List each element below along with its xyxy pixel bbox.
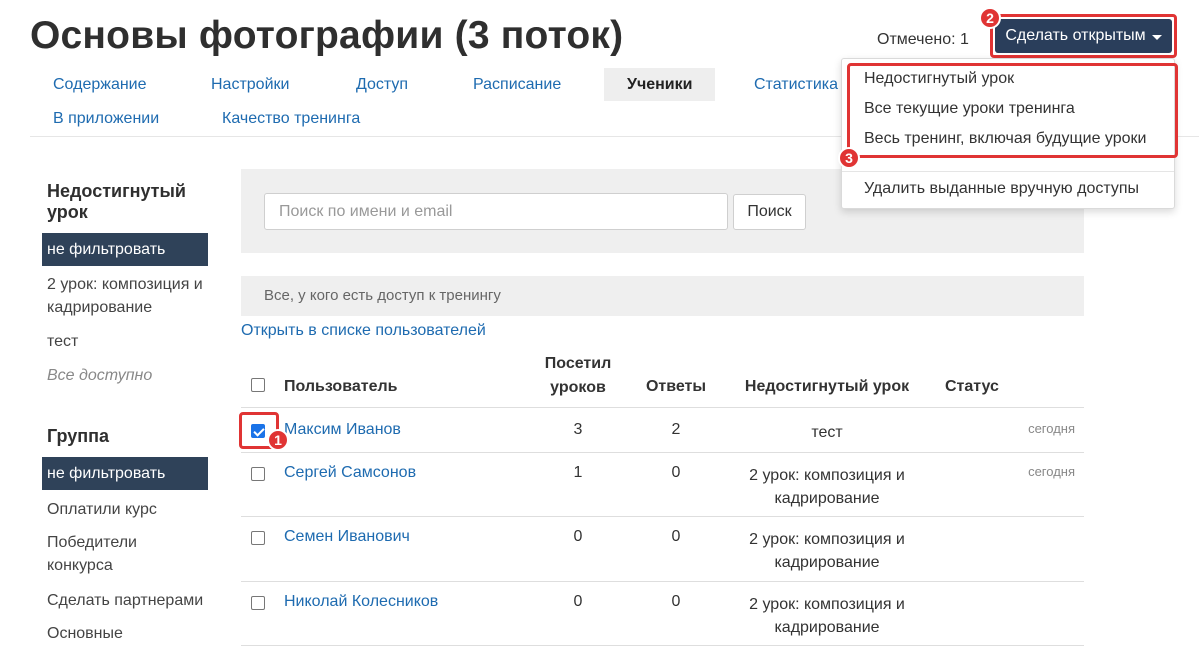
- tab-schedule[interactable]: Расписание: [473, 76, 561, 94]
- column-header-lesson: Недостигнутый урок: [744, 378, 910, 395]
- table-row-status: сегодня: [1028, 421, 1075, 436]
- column-header-status: Статус: [945, 378, 999, 395]
- sidebar-item-group-winners[interactable]: Победители конкурса: [47, 531, 167, 577]
- sidebar-item-lesson-test[interactable]: тест: [47, 330, 212, 353]
- select-all-checkbox[interactable]: [251, 378, 265, 392]
- row-checkbox[interactable]: [251, 531, 265, 545]
- row-checkbox[interactable]: [251, 424, 265, 438]
- sidebar-item-group-paid[interactable]: Оплатили курс: [47, 498, 212, 521]
- tab-content[interactable]: Содержание: [53, 76, 147, 94]
- step-marker-3: 3: [838, 147, 860, 169]
- table-row-lesson: 2 урок: композиция и кадрирование: [749, 596, 905, 636]
- sidebar-heading-lesson: Недостигнутый урок: [47, 181, 186, 222]
- sidebar-item-group-no-filter[interactable]: не фильтровать: [42, 457, 208, 490]
- step-marker-1: 1: [267, 429, 289, 451]
- table-row-visited: 0: [573, 593, 583, 610]
- table-row-user-link[interactable]: Максим Иванов: [284, 421, 401, 439]
- tab-statistics[interactable]: Статистика: [754, 76, 838, 94]
- open-in-users-link[interactable]: Открыть в списке пользователей: [241, 322, 486, 340]
- table-row-visited: 3: [573, 421, 583, 438]
- menu-item-unreached-lesson[interactable]: Недостигнутый урок: [864, 70, 1014, 88]
- table-row-answers: 0: [671, 528, 681, 545]
- table-row-answers: 2: [671, 421, 681, 438]
- tab-in-app[interactable]: В приложении: [53, 110, 159, 128]
- make-open-dropdown-menu: Недостигнутый урок Все текущие уроки тре…: [841, 58, 1175, 209]
- access-filter-bar: Все, у кого есть доступ к тренингу: [241, 276, 1084, 316]
- page-title: Основы фотографии (3 поток): [30, 14, 624, 57]
- sidebar-item-group-main[interactable]: Основные: [47, 622, 212, 645]
- table-row-divider: [241, 581, 1084, 582]
- table-row-divider: [241, 452, 1084, 453]
- tab-settings[interactable]: Настройки: [211, 76, 289, 94]
- table-row-lesson: 2 урок: композиция и кадрирование: [749, 467, 905, 507]
- table-row-user-link[interactable]: Николай Колесников: [284, 593, 438, 611]
- table-row-user-link[interactable]: Сергей Самсонов: [284, 464, 416, 482]
- make-open-button[interactable]: Сделать открытым: [995, 19, 1172, 53]
- column-header-answers: Ответы: [645, 378, 707, 395]
- sidebar-item-group-partners[interactable]: Сделать партнерами: [47, 589, 212, 612]
- table-row-answers: 0: [671, 464, 681, 481]
- table-row-visited: 0: [573, 528, 583, 545]
- table-row-answers: 0: [671, 593, 681, 610]
- menu-divider: [842, 171, 1174, 172]
- table-header-divider: [241, 407, 1084, 408]
- column-header-visited: Посетил уроков: [544, 355, 612, 396]
- table-row-lesson: 2 урок: композиция и кадрирование: [749, 531, 905, 571]
- row-checkbox[interactable]: [251, 467, 265, 481]
- marked-count: Отмечено: 1: [877, 31, 969, 48]
- table-row-lesson: тест: [811, 424, 843, 441]
- table-row-divider: [241, 516, 1084, 517]
- menu-item-all-current-lessons[interactable]: Все текущие уроки тренинга: [864, 100, 1075, 118]
- menu-item-whole-training[interactable]: Весь тренинг, включая будущие уроки: [864, 130, 1146, 148]
- caret-down-icon: [1151, 34, 1162, 40]
- column-header-user: Пользователь: [284, 378, 398, 395]
- search-input[interactable]: [264, 193, 728, 230]
- table-row-status: сегодня: [1028, 464, 1075, 479]
- step-marker-2: 2: [979, 7, 1001, 29]
- menu-item-remove-manual-access[interactable]: Удалить выданные вручную доступы: [864, 180, 1139, 198]
- sidebar-item-lesson-no-filter[interactable]: не фильтровать: [42, 233, 208, 266]
- sidebar-item-lesson-2[interactable]: 2 урок: композиция и кадрирование: [47, 273, 212, 319]
- sidebar-heading-group: Группа: [47, 426, 110, 446]
- sidebar-item-all-available[interactable]: Все доступно: [47, 364, 212, 387]
- search-button[interactable]: Поиск: [733, 194, 806, 230]
- tab-students[interactable]: Ученики: [604, 68, 716, 101]
- row-checkbox[interactable]: [251, 596, 265, 610]
- table-row-visited: 1: [573, 464, 583, 481]
- tab-training-quality[interactable]: Качество тренинга: [222, 110, 360, 128]
- make-open-button-label: Сделать открытым: [1005, 27, 1146, 44]
- table-row-divider: [241, 645, 1084, 646]
- table-row-user-link[interactable]: Семен Иванович: [284, 528, 410, 546]
- tab-access[interactable]: Доступ: [356, 76, 408, 94]
